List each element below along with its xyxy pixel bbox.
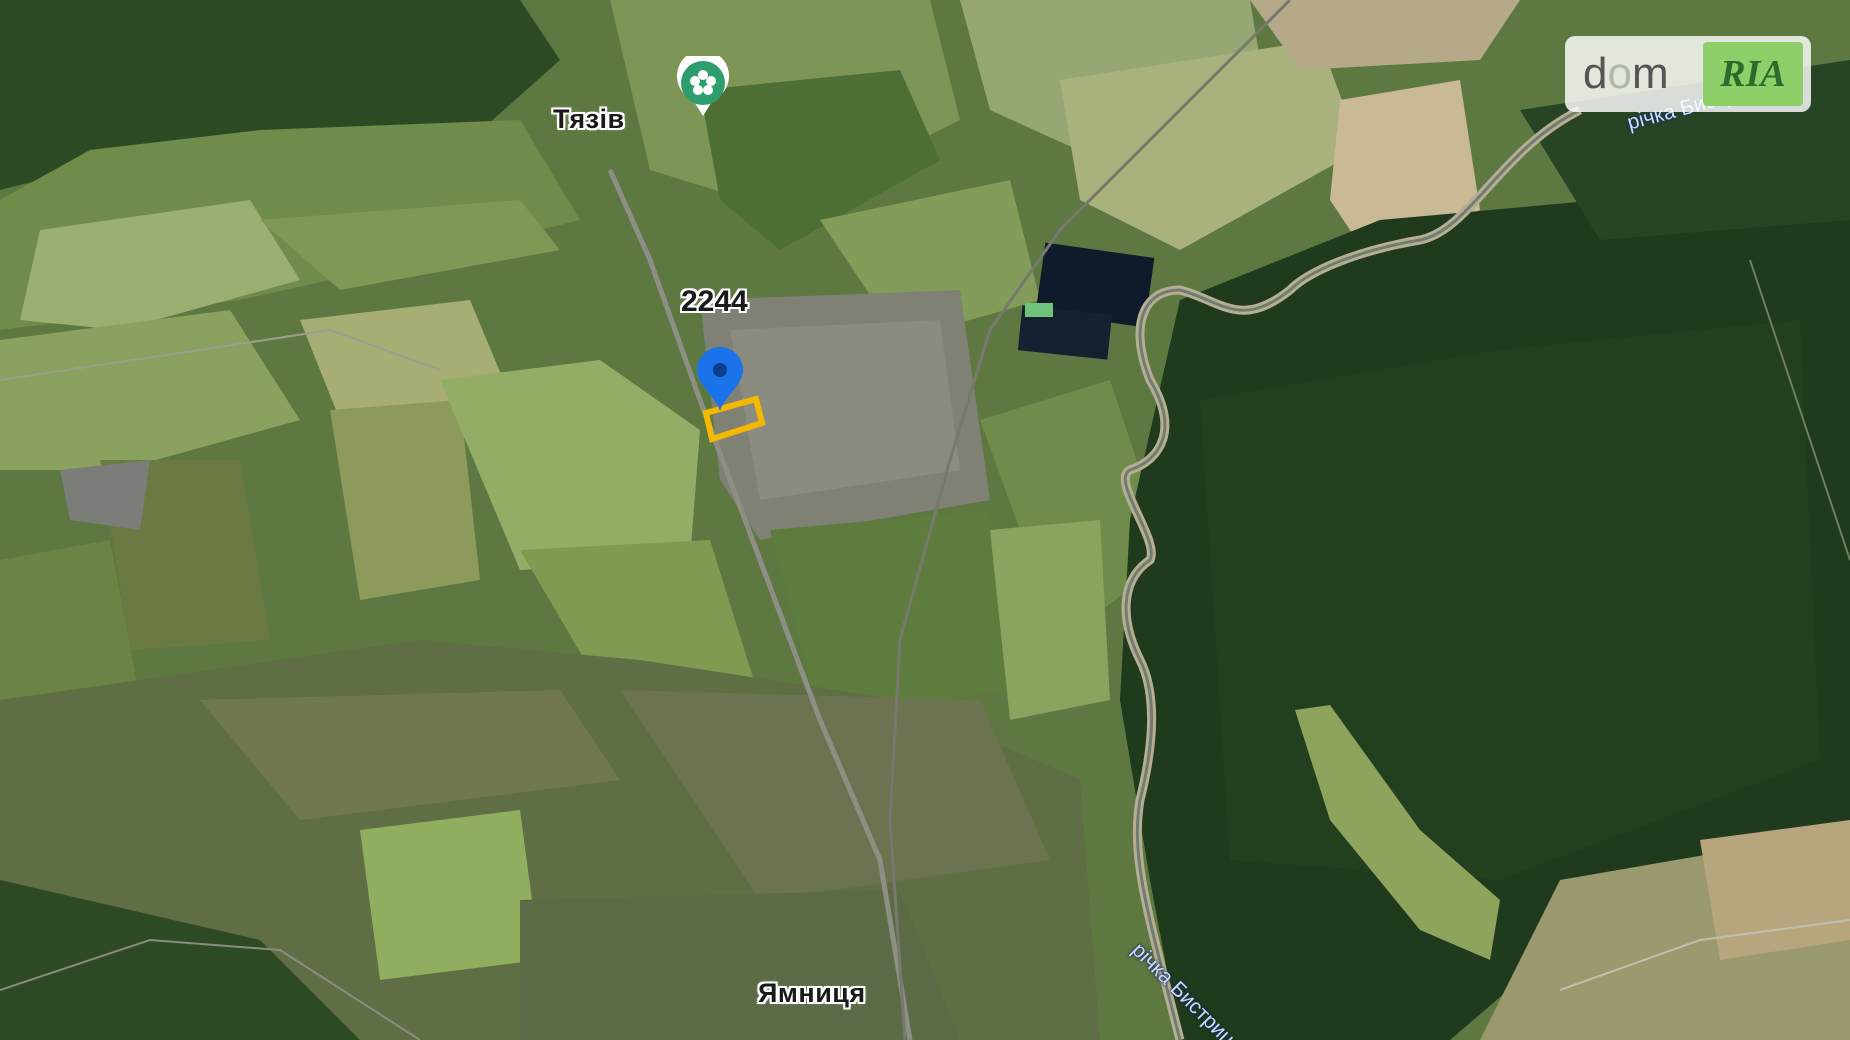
place-label-yamnytsia: Ямниця	[758, 978, 866, 1008]
satellite-map[interactable]: Тязів Ямниця 2244 річка Бистриця річка Б…	[0, 0, 1850, 1040]
road-number-label: 2244	[681, 285, 748, 318]
satellite-imagery	[0, 0, 1850, 1040]
dom-logo-letter-d: d	[1583, 49, 1608, 98]
dom-logo-letter-o: o	[1607, 49, 1632, 98]
domria-watermark: dom RIA	[1565, 36, 1811, 112]
location-pin-icon[interactable]	[694, 345, 746, 413]
flower-poi-icon[interactable]	[675, 56, 731, 118]
ria-logo-badge: RIA	[1703, 42, 1803, 106]
dom-logo-letter-m: m	[1631, 49, 1669, 98]
place-label-tiaziv: Тязів	[553, 104, 625, 134]
ria-logo-text: RIA	[1720, 53, 1786, 95]
dom-logo-text: dom	[1583, 49, 1669, 99]
